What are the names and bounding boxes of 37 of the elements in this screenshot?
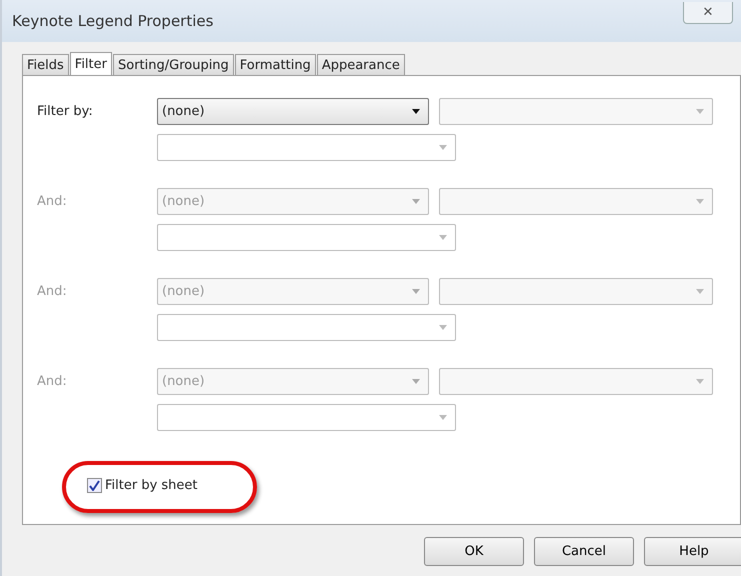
caret-icon bbox=[412, 199, 420, 204]
filter-label: And: bbox=[37, 374, 68, 389]
value-dropdown[interactable] bbox=[157, 134, 456, 161]
filter-label: And: bbox=[37, 284, 68, 299]
close-button[interactable]: ✕ bbox=[683, 2, 733, 24]
caret-icon bbox=[439, 145, 447, 150]
caret-icon bbox=[696, 379, 704, 384]
tab[interactable]: Filter bbox=[70, 52, 112, 76]
value-dropdown[interactable] bbox=[157, 404, 456, 431]
window-title: Keynote Legend Properties bbox=[12, 12, 214, 30]
tab[interactable]: Appearance bbox=[316, 54, 405, 75]
caret-icon bbox=[696, 289, 704, 294]
caret-icon bbox=[439, 325, 447, 330]
dialog-button[interactable]: Help bbox=[644, 537, 741, 566]
condition-dropdown[interactable] bbox=[439, 368, 713, 395]
filter-label: And: bbox=[37, 194, 68, 209]
caret-icon bbox=[696, 199, 704, 204]
field-dropdown[interactable]: (none) bbox=[157, 98, 429, 125]
caret-icon bbox=[439, 415, 447, 420]
caret-icon bbox=[696, 109, 704, 114]
tab[interactable]: Fields bbox=[22, 54, 69, 75]
dialog-button[interactable]: OK bbox=[424, 537, 524, 566]
caret-icon bbox=[412, 289, 420, 294]
tab[interactable]: Formatting bbox=[234, 54, 316, 75]
caret-icon bbox=[439, 235, 447, 240]
filter-label: Filter by: bbox=[37, 104, 94, 119]
value-dropdown[interactable] bbox=[157, 314, 456, 341]
checkbox-label: Filter by sheet bbox=[105, 478, 198, 493]
value-dropdown[interactable] bbox=[157, 224, 456, 251]
condition-dropdown[interactable] bbox=[439, 98, 713, 125]
dialog-button[interactable]: Cancel bbox=[534, 537, 634, 566]
condition-dropdown[interactable] bbox=[439, 278, 713, 305]
caret-icon bbox=[412, 109, 420, 114]
tab[interactable]: Sorting/Grouping bbox=[112, 54, 234, 75]
caret-icon bbox=[412, 379, 420, 384]
condition-dropdown[interactable] bbox=[439, 188, 713, 215]
checkbox[interactable] bbox=[87, 478, 102, 493]
